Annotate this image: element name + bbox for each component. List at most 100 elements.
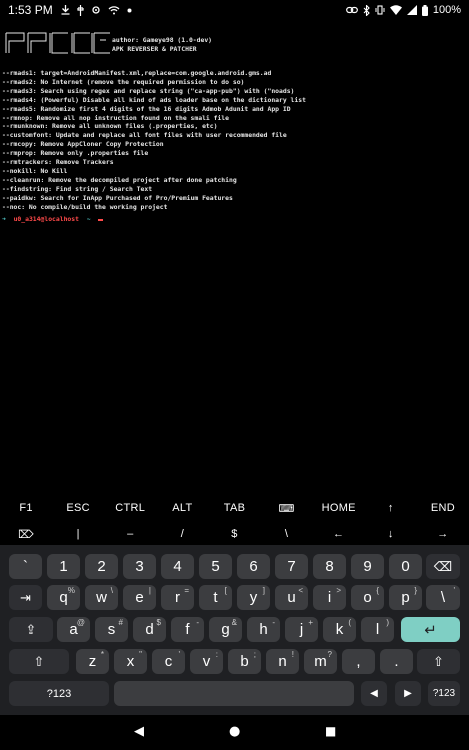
keyboard-toggle-icon[interactable]: ⌨ — [261, 495, 313, 521]
enter-icon[interactable]: ↵ — [401, 617, 460, 642]
home-icon[interactable]: ● — [229, 724, 240, 739]
cursor-left-icon[interactable]: ◀ — [361, 681, 387, 706]
key-alt-label: = — [184, 586, 189, 595]
key-9[interactable]: 9 — [351, 554, 384, 579]
key-backslash[interactable]: \ — [261, 521, 313, 547]
key-backtick[interactable]: ` — [9, 554, 42, 579]
key-alt-label: * — [100, 650, 104, 659]
key-alt-label: ! — [291, 650, 294, 659]
key-a[interactable]: a @ — [57, 617, 90, 642]
key-slash[interactable]: / — [156, 521, 208, 547]
key-m[interactable]: m? — [304, 649, 337, 674]
key-alt-label: | — [148, 586, 151, 595]
shell-prompt[interactable]: ➜ u0_a314@localhost ~ — [2, 215, 104, 224]
prompt-cwd: ~ — [86, 215, 91, 223]
key-4[interactable]: 4 — [161, 554, 194, 579]
signal-icon — [406, 5, 417, 15]
key-f[interactable]: f- — [171, 617, 204, 642]
arrow-left-icon[interactable]: ← — [313, 521, 365, 547]
tab-key-icon[interactable]: ⇥ — [9, 585, 42, 610]
key-home[interactable]: HOME — [313, 495, 365, 521]
key-j[interactable]: j + — [285, 617, 318, 642]
key-label: g — [221, 621, 230, 638]
key-label: e — [135, 589, 144, 606]
back-icon[interactable]: ◀ — [134, 724, 144, 739]
key-pipe[interactable]: | — [52, 521, 104, 547]
key-1[interactable]: 1 — [47, 554, 80, 579]
key-backslash-kb[interactable]: \ ' — [426, 585, 460, 610]
key-ctrl[interactable]: CTRL — [104, 495, 156, 521]
backspace-icon[interactable]: ⌫ — [426, 554, 460, 579]
key-alt-label: ' — [453, 586, 455, 595]
key-g[interactable]: g & — [209, 617, 242, 642]
key-3[interactable]: 3 — [123, 554, 156, 579]
key-label: m — [314, 653, 327, 670]
key-comma[interactable]: , — [342, 649, 375, 674]
key-e[interactable]: e | — [123, 585, 156, 610]
key-esc[interactable]: ESC — [52, 495, 104, 521]
caps-lock-icon[interactable]: ⇪ — [9, 617, 53, 642]
arrow-up-icon[interactable]: ↑ — [365, 495, 417, 521]
key-b[interactable]: b; — [228, 649, 261, 674]
extra-keys-bar: F1 ESC CTRL ALT TAB ⌨ HOME ↑ END ⌦ | – /… — [0, 493, 469, 545]
key-period[interactable]: . — [380, 649, 413, 674]
key-alt-label: { — [376, 586, 379, 595]
key-7[interactable]: 7 — [275, 554, 308, 579]
key-w[interactable]: w \ — [85, 585, 118, 610]
key-8[interactable]: 8 — [313, 554, 346, 579]
key-h[interactable]: h- — [247, 617, 280, 642]
key-z[interactable]: z * — [76, 649, 109, 674]
key-label: f — [185, 621, 190, 638]
key-d[interactable]: d $ — [133, 617, 166, 642]
key-2[interactable]: 2 — [85, 554, 118, 579]
key-end[interactable]: END — [417, 495, 469, 521]
key-y[interactable]: y] — [237, 585, 270, 610]
key-dollar[interactable]: $ — [208, 521, 260, 547]
key-tab[interactable]: TAB — [208, 495, 260, 521]
shift-right-icon[interactable]: ⇧ — [417, 649, 460, 674]
key-r[interactable]: r = — [161, 585, 194, 610]
vibrate-icon — [375, 5, 385, 15]
key-f1[interactable]: F1 — [0, 495, 52, 521]
key-q[interactable]: q% — [47, 585, 80, 610]
key-alt-label: ' — [178, 650, 180, 659]
cursor-right-icon[interactable]: ▶ — [395, 681, 421, 706]
symbols-key-right[interactable]: ?123 — [428, 681, 460, 706]
key-alt-label: # — [118, 618, 123, 627]
status-left-icons — [61, 4, 132, 16]
extra-keys-row-2: ⌦ | – / $ \ ← ↓ → — [0, 521, 469, 547]
key-dash[interactable]: – — [104, 521, 156, 547]
key-label: w — [96, 589, 107, 606]
key-t[interactable]: t[ — [199, 585, 232, 610]
key-s[interactable]: s # — [95, 617, 128, 642]
delete-icon[interactable]: ⌦ — [0, 521, 52, 547]
key-0[interactable]: 0 — [389, 554, 422, 579]
key-6[interactable]: 6 — [237, 554, 270, 579]
recents-icon[interactable]: ■ — [325, 724, 336, 738]
key-label: v — [202, 653, 211, 670]
key-o[interactable]: o{ — [351, 585, 384, 610]
key-l[interactable]: l) — [361, 617, 394, 642]
key-label: k — [335, 621, 344, 638]
key-u[interactable]: u < — [275, 585, 308, 610]
key-c[interactable]: c ' — [152, 649, 185, 674]
key-label: o — [363, 589, 372, 606]
option-line: --nokill: No Kill — [2, 166, 68, 175]
ascii-banner — [4, 30, 114, 56]
key-alt-label: + — [308, 618, 313, 627]
key-x[interactable]: x " — [114, 649, 147, 674]
key-v[interactable]: v: — [190, 649, 223, 674]
key-p[interactable]: p} — [389, 585, 422, 610]
symbols-key[interactable]: ?123 — [9, 681, 109, 706]
shift-left-icon[interactable]: ⇧ — [9, 649, 69, 674]
key-5[interactable]: 5 — [199, 554, 232, 579]
arrow-down-icon[interactable]: ↓ — [365, 521, 417, 547]
key-i[interactable]: i > — [313, 585, 346, 610]
key-n[interactable]: n! — [266, 649, 299, 674]
status-time: 1:53 PM — [8, 3, 53, 17]
key-alt[interactable]: ALT — [156, 495, 208, 521]
arrow-right-icon[interactable]: → — [417, 521, 469, 547]
key-k[interactable]: k( — [323, 617, 356, 642]
space-bar[interactable] — [114, 681, 354, 706]
terminal-view[interactable]: author: Gameye98 (1.0-dev) APK REVERSER … — [0, 24, 469, 492]
